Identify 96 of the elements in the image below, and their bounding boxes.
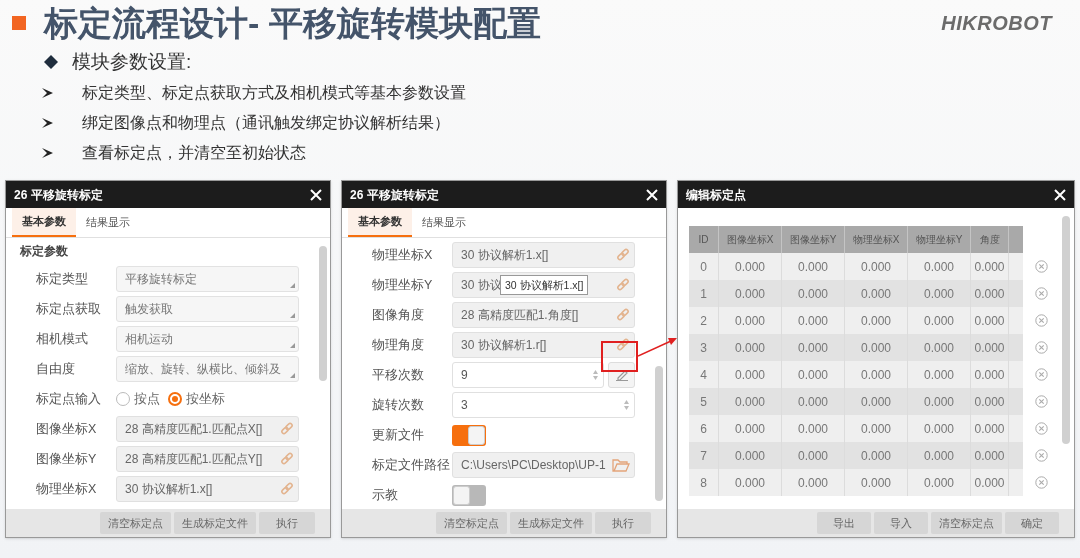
link-icon[interactable] xyxy=(616,338,630,352)
field-label: 物理坐标Y xyxy=(372,276,434,294)
table-cell: 0.000 xyxy=(719,469,782,496)
dropdown[interactable]: 相机运动 xyxy=(116,326,299,352)
footer-button[interactable]: 执行 xyxy=(259,512,315,534)
delete-icon[interactable] xyxy=(1035,476,1048,489)
spinner-icon[interactable] xyxy=(592,369,599,381)
binding-field[interactable]: 28 高精度匹配1.匹配点X[] xyxy=(116,416,299,442)
delete-icon[interactable] xyxy=(1035,449,1048,462)
binding-field[interactable]: 30 协议解析1.r[] xyxy=(452,332,635,358)
close-icon[interactable] xyxy=(310,188,322,201)
field-label: 物理坐标X xyxy=(372,246,434,264)
table-cell: 0.000 xyxy=(971,469,1009,496)
field-label: 物理角度 xyxy=(372,336,425,354)
resize-corner-icon xyxy=(290,283,295,288)
tooltip: 30 协议解析1.x[] xyxy=(500,275,589,295)
arrow-bullet-icon xyxy=(42,117,54,129)
bullet-square-icon xyxy=(12,16,26,30)
window-title: 26 平移旋转标定 xyxy=(350,186,439,204)
footer-button[interactable]: 确定 xyxy=(1005,512,1059,534)
field-label: 图像坐标Y xyxy=(36,450,98,468)
delete-icon[interactable] xyxy=(1035,422,1048,435)
field-label: 图像角度 xyxy=(372,306,425,324)
footer-button[interactable]: 导入 xyxy=(874,512,928,534)
field-label: 更新文件 xyxy=(372,426,425,444)
delete-icon[interactable] xyxy=(1035,341,1048,354)
section-heading: 模块参数设置: xyxy=(72,49,192,74)
close-icon[interactable] xyxy=(1054,188,1066,201)
bullet-text: 标定类型、标定点获取方式及相机模式等基本参数设置 xyxy=(82,83,466,103)
slide-title: 标定流程设计- 平移旋转模块配置 xyxy=(44,6,541,40)
field-label: 标定点输入 xyxy=(36,390,102,408)
radio-option[interactable]: 按点 xyxy=(116,389,160,409)
tab[interactable]: 结果显示 xyxy=(76,208,140,237)
number-field[interactable]: 9 xyxy=(452,362,604,388)
delete-icon[interactable] xyxy=(1035,260,1048,273)
field-label: 相机模式 xyxy=(36,330,89,348)
table-cell: 0.000 xyxy=(908,469,971,496)
diamond-bullet-icon xyxy=(44,55,58,69)
footer-button[interactable]: 执行 xyxy=(595,512,651,534)
delete-icon[interactable] xyxy=(1035,368,1048,381)
footer-button[interactable]: 清空标定点 xyxy=(100,512,171,534)
table-cell: 8 xyxy=(689,469,719,496)
number-field[interactable]: 3 xyxy=(452,392,635,418)
dropdown[interactable]: 触发获取 xyxy=(116,296,299,322)
tab[interactable]: 结果显示 xyxy=(412,208,476,237)
spinner-icon[interactable] xyxy=(623,399,630,411)
footer-button[interactable]: 清空标定点 xyxy=(436,512,507,534)
dropdown[interactable]: 平移旋转标定 xyxy=(116,266,299,292)
logo: HIKROBOT xyxy=(941,11,1052,36)
delete-icon[interactable] xyxy=(1035,395,1048,408)
close-icon[interactable] xyxy=(646,188,658,201)
folder-icon[interactable] xyxy=(612,458,630,472)
toggle-switch[interactable] xyxy=(452,424,486,446)
edit-button[interactable] xyxy=(608,362,635,388)
binding-field[interactable]: 30 协议解析1.x[] xyxy=(452,242,635,268)
highlight-box xyxy=(601,341,638,372)
pencil-icon xyxy=(614,369,629,381)
field-label: 旋转次数 xyxy=(372,396,425,414)
window-title: 编辑标定点 xyxy=(686,186,746,204)
radio-option[interactable]: 按坐标 xyxy=(168,389,225,409)
field-label: 平移次数 xyxy=(372,366,425,384)
resize-corner-icon xyxy=(290,343,295,348)
arrow-bullet-icon xyxy=(42,147,54,159)
binding-field[interactable]: 30 协议解析1.x[] xyxy=(116,476,299,502)
field-label: 标定类型 xyxy=(36,270,89,288)
table-cell: 0.000 xyxy=(845,469,908,496)
tab[interactable]: 基本参数 xyxy=(12,208,76,237)
footer-button[interactable]: 清空标定点 xyxy=(931,512,1002,534)
binding-field[interactable]: 28 高精度匹配1.角度[] xyxy=(452,302,635,328)
field-label: 标定文件路径 xyxy=(372,456,451,474)
delete-icon[interactable] xyxy=(1035,314,1048,327)
binding-field[interactable]: 28 高精度匹配1.匹配点Y[] xyxy=(116,446,299,472)
toggle-switch[interactable] xyxy=(452,484,486,506)
scrollbar-thumb[interactable] xyxy=(1062,216,1070,444)
tab[interactable]: 基本参数 xyxy=(348,208,412,237)
field-label: 图像坐标X xyxy=(36,420,98,438)
resize-corner-icon xyxy=(290,373,295,378)
field-label: 自由度 xyxy=(36,360,76,378)
dropdown[interactable]: 缩放、旋转、纵横比、倾斜及 xyxy=(116,356,299,382)
footer-button[interactable]: 生成标定文件 xyxy=(174,512,256,534)
field-label: 标定点获取 xyxy=(36,300,102,318)
section-title: 标定参数 xyxy=(20,243,69,260)
delete-icon[interactable] xyxy=(1035,287,1048,300)
scrollbar-thumb[interactable] xyxy=(319,246,327,381)
scrollbar-thumb[interactable] xyxy=(655,366,663,501)
bullet-text: 查看标定点，并清空至初始状态 xyxy=(82,143,306,163)
footer-button[interactable]: 生成标定文件 xyxy=(510,512,592,534)
table-cell: 0.000 xyxy=(782,469,845,496)
resize-corner-icon xyxy=(290,313,295,318)
window-title: 26 平移旋转标定 xyxy=(14,186,103,204)
field-label: 物理坐标X xyxy=(36,480,98,498)
binding-field[interactable]: C:\Users\PC\Desktop\UP-1 xyxy=(452,452,635,478)
bullet-text: 绑定图像点和物理点（通讯触发绑定协议解析结果） xyxy=(82,113,450,133)
field-label: 示教 xyxy=(372,486,399,504)
footer-button[interactable]: 导出 xyxy=(817,512,871,534)
arrow-bullet-icon xyxy=(42,87,54,99)
